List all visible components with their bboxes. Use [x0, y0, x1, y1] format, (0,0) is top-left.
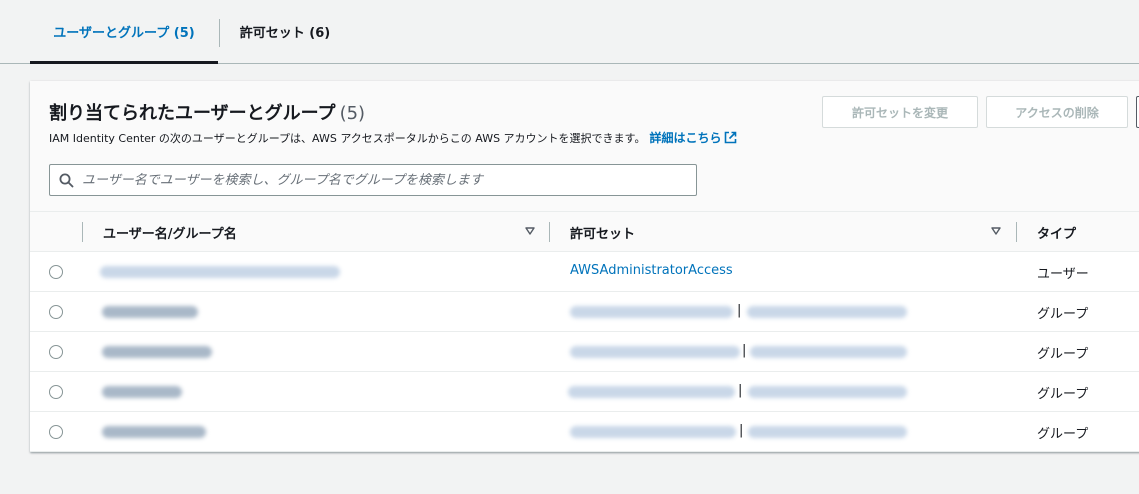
redacted-permission-set: [570, 346, 740, 358]
redacted-name: [102, 426, 206, 438]
external-link-icon: [725, 131, 737, 144]
permission-separator: |: [739, 423, 744, 438]
tab-bar: ユーザーとグループ (5) 許可セット (6): [0, 0, 1139, 64]
panel-title: 割り当てられたユーザーとグループ (5): [49, 99, 365, 125]
column-header-permission-set[interactable]: 許可セット: [570, 212, 635, 252]
change-permission-set-label: 許可セットを変更: [851, 105, 948, 120]
table-row[interactable]: | グループ: [30, 412, 1139, 452]
assigned-users-panel: 割り当てられたユーザーとグループ (5) IAM Identity Center …: [30, 81, 1139, 452]
permission-separator: |: [738, 383, 743, 398]
sort-caret-icon[interactable]: [991, 227, 1001, 235]
remove-access-button[interactable]: アクセスの削除: [986, 96, 1128, 128]
table-row[interactable]: | グループ: [30, 332, 1139, 372]
table-row[interactable]: | グループ: [30, 372, 1139, 412]
row-select-radio[interactable]: [49, 345, 63, 359]
search-input[interactable]: [82, 172, 672, 188]
column-divider[interactable]: [549, 222, 550, 242]
column-header-name[interactable]: ユーザー名/グループ名: [103, 212, 237, 252]
row-type: グループ: [1037, 307, 1089, 322]
tab-permission-sets-label: 許可セット (6): [239, 26, 331, 41]
panel-title-text: 割り当てられたユーザーとグループ: [49, 103, 336, 124]
redacted-name: [102, 306, 198, 318]
redacted-name: [100, 266, 340, 278]
panel-header: 割り当てられたユーザーとグループ (5) IAM Identity Center …: [30, 81, 1139, 212]
row-type: ユーザー: [1037, 267, 1089, 282]
row-type: グループ: [1037, 387, 1089, 402]
row-type: グループ: [1037, 427, 1089, 442]
column-divider[interactable]: [1016, 222, 1017, 242]
learn-more-label: 詳細はこちら: [649, 131, 722, 145]
row-select-radio[interactable]: [49, 265, 63, 279]
table-header: ユーザー名/グループ名 許可セット タイプ: [30, 212, 1139, 252]
redacted-permission-set: [748, 426, 907, 438]
tab-users-and-groups[interactable]: ユーザーとグループ (5): [30, 0, 218, 64]
redacted-name: [102, 386, 182, 398]
redacted-permission-set: [747, 306, 907, 318]
permission-set-link[interactable]: AWSAdministratorAccess: [570, 263, 733, 278]
column-divider: [82, 222, 83, 242]
permission-separator: |: [737, 303, 742, 318]
row-select-radio[interactable]: [49, 425, 63, 439]
tab-users-and-groups-label: ユーザーとグループ (5): [53, 26, 195, 41]
row-select-radio[interactable]: [49, 305, 63, 319]
redacted-name: [102, 346, 212, 358]
sort-caret-icon[interactable]: [525, 227, 535, 235]
search-icon: [59, 173, 74, 187]
table-row[interactable]: AWSAdministratorAccess ユーザー: [30, 252, 1139, 292]
panel-description-text: IAM Identity Center の次のユーザーとグループは、AWS アク…: [49, 132, 646, 145]
redacted-permission-set: [750, 346, 907, 358]
redacted-permission-set: [570, 426, 736, 438]
tab-permission-sets[interactable]: 許可セット (6): [220, 0, 350, 63]
column-header-permission-set-label: 許可セット: [570, 226, 636, 242]
redacted-permission-set: [570, 306, 733, 318]
remove-access-label: アクセスの削除: [1015, 105, 1099, 120]
column-header-type-label: タイプ: [1037, 226, 1077, 242]
permission-separator: |: [742, 343, 747, 358]
redacted-permission-set: [568, 386, 735, 398]
table-row[interactable]: | グループ: [30, 292, 1139, 332]
column-header-type[interactable]: タイプ: [1037, 212, 1076, 252]
learn-more-link[interactable]: 詳細はこちら: [649, 131, 737, 145]
redacted-permission-set: [748, 386, 907, 398]
panel-count: (5): [339, 103, 366, 124]
column-header-name-label: ユーザー名/グループ名: [103, 226, 237, 242]
row-select-radio[interactable]: [49, 385, 63, 399]
panel-description: IAM Identity Center の次のユーザーとグループは、AWS アク…: [49, 129, 737, 146]
row-type: グループ: [1037, 347, 1089, 362]
search-field[interactable]: [49, 164, 697, 196]
change-permission-set-button[interactable]: 許可セットを変更: [822, 96, 978, 128]
